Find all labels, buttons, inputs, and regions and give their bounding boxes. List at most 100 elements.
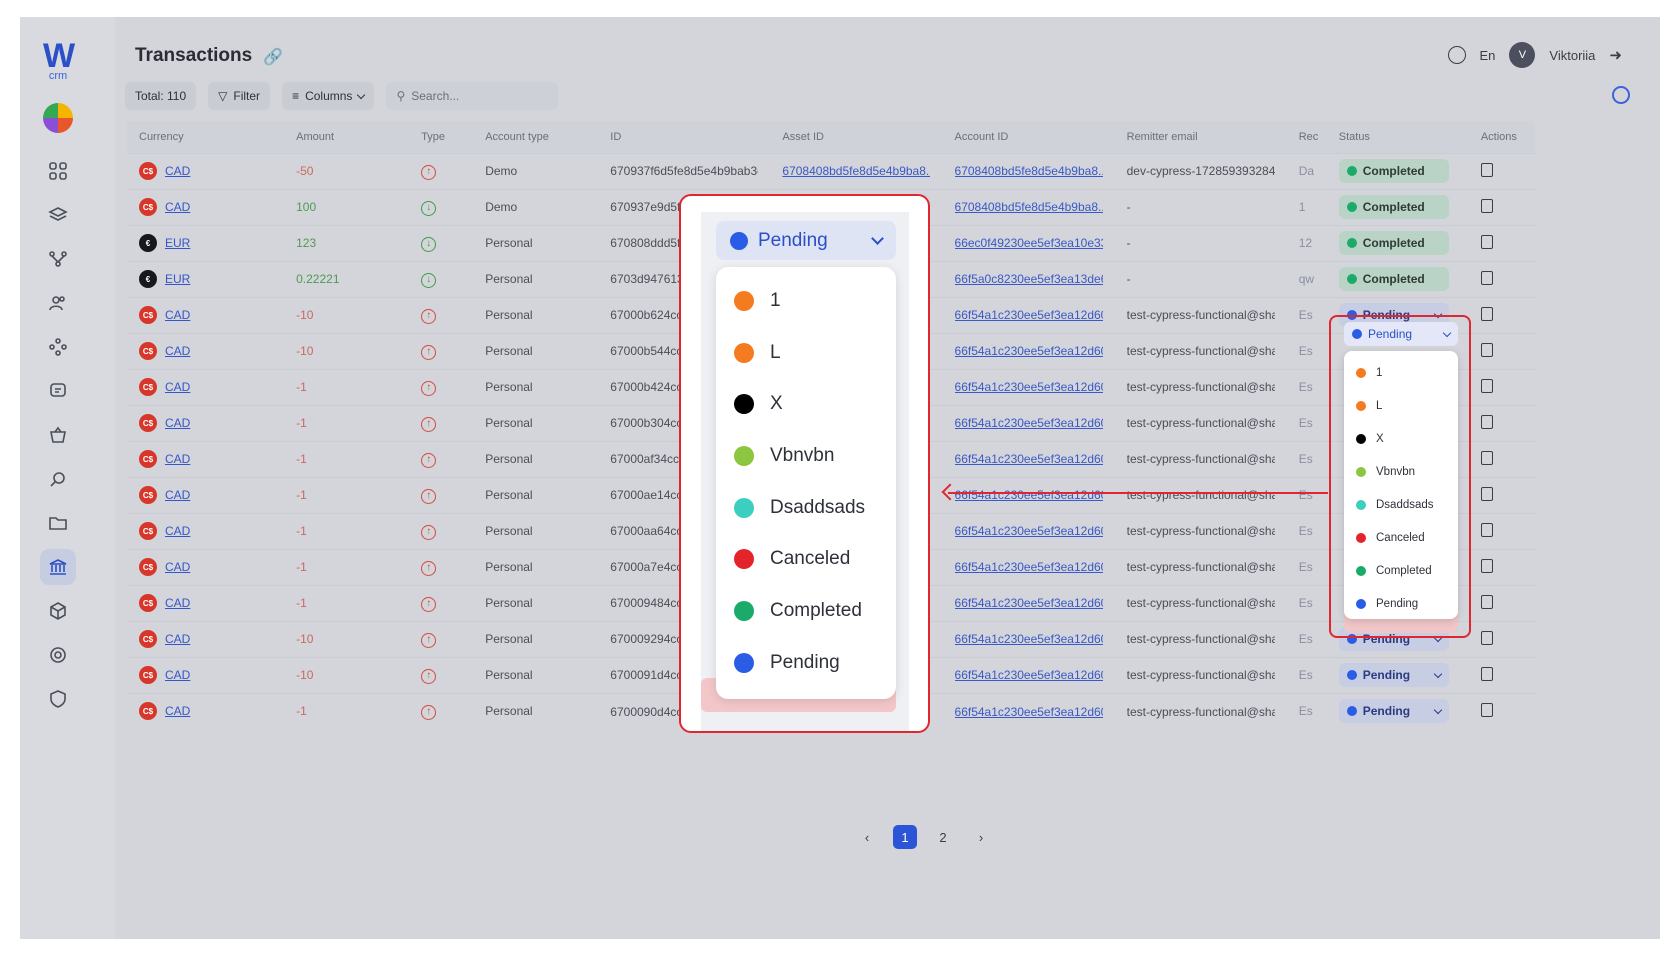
sidebar-grid-icon[interactable] xyxy=(40,153,76,189)
account-id-link[interactable]: 6708408bd5fe8d5e4b9ba8... xyxy=(955,200,1103,214)
document-icon[interactable] xyxy=(1480,522,1493,537)
account-id-link[interactable]: 66f54a1c230ee5ef3ea12d60 xyxy=(955,596,1103,610)
account-id-link[interactable]: 66f54a1c230ee5ef3ea12d60 xyxy=(955,705,1103,719)
document-icon[interactable] xyxy=(1480,378,1493,393)
status-option[interactable]: Pending xyxy=(716,637,896,689)
page-2-button[interactable]: 2 xyxy=(931,825,955,849)
document-icon[interactable] xyxy=(1480,594,1493,609)
account-id-link[interactable]: 66ec0f49230ee5ef3ea10e33 xyxy=(955,236,1103,250)
sidebar-hierarchy-icon[interactable] xyxy=(40,241,76,277)
columns-button[interactable]: ≡ Columns xyxy=(282,82,375,110)
account-id-link[interactable]: 66f54a1c230ee5ef3ea12d60 xyxy=(955,524,1103,538)
currency-link[interactable]: CAD xyxy=(165,668,190,682)
account-id-link[interactable]: 66f54a1c230ee5ef3ea12d60 xyxy=(955,380,1103,394)
status-option[interactable]: Completed xyxy=(716,585,896,637)
status-option[interactable]: Dsaddsads xyxy=(1344,488,1458,521)
status-option[interactable]: Canceled xyxy=(716,533,896,585)
currency-link[interactable]: CAD xyxy=(165,596,190,610)
status-option[interactable]: 1 xyxy=(1344,356,1458,389)
currency-link[interactable]: CAD xyxy=(165,488,190,502)
account-id-link[interactable]: 66f54a1c230ee5ef3ea12d60 xyxy=(955,488,1103,502)
currency-link[interactable]: EUR xyxy=(165,236,190,250)
currency-link[interactable]: CAD xyxy=(165,524,190,538)
status-option[interactable]: Vbnvbn xyxy=(1344,455,1458,488)
search-input[interactable]: ⚲ Search... xyxy=(386,82,559,110)
document-icon[interactable] xyxy=(1480,270,1493,285)
currency-link[interactable]: CAD xyxy=(165,560,190,574)
document-icon[interactable] xyxy=(1480,306,1493,321)
document-icon[interactable] xyxy=(1480,450,1493,465)
export-icon[interactable] xyxy=(1612,86,1630,104)
column-header[interactable]: Currency xyxy=(127,121,285,153)
status-badge[interactable]: Completed xyxy=(1338,267,1449,291)
globe-icon[interactable] xyxy=(1447,46,1466,64)
status-option[interactable]: X xyxy=(1344,422,1458,455)
status-badge[interactable]: Completed xyxy=(1338,231,1449,255)
next-page-button[interactable]: › xyxy=(969,825,993,849)
column-header[interactable]: Actions xyxy=(1468,121,1535,153)
status-option[interactable]: Completed xyxy=(1344,554,1458,587)
account-id-link[interactable]: 66f54a1c230ee5ef3ea12d60 xyxy=(955,308,1103,322)
account-id-link[interactable]: 66f54a1c230ee5ef3ea12d60 xyxy=(955,452,1103,466)
status-badge[interactable]: Pending xyxy=(1338,699,1449,724)
sidebar-settings-icon[interactable] xyxy=(40,637,76,673)
account-id-link[interactable]: 66f54a1c230ee5ef3ea12d60 xyxy=(955,632,1103,646)
user-name[interactable]: Viktoriia xyxy=(1549,48,1595,63)
sidebar-bank-icon[interactable] xyxy=(40,549,76,585)
status-option[interactable]: 1 xyxy=(716,275,896,327)
column-header[interactable]: Asset ID xyxy=(770,121,943,153)
column-header[interactable]: Type xyxy=(409,121,474,153)
account-id-link[interactable]: 66f54a1c230ee5ef3ea12d60 xyxy=(955,344,1103,358)
column-header[interactable]: Status xyxy=(1326,121,1469,153)
currency-link[interactable]: CAD xyxy=(165,452,190,466)
prev-page-button[interactable]: ‹ xyxy=(855,825,879,849)
column-header[interactable]: Rec xyxy=(1286,121,1327,153)
column-header[interactable]: Amount xyxy=(284,121,410,153)
status-option[interactable]: L xyxy=(716,327,896,379)
status-option[interactable]: Pending xyxy=(1344,587,1458,620)
asset-id-link[interactable]: 6708408bd5fe8d5e4b9ba8... xyxy=(782,164,930,178)
sidebar-layers-icon[interactable] xyxy=(40,197,76,233)
status-badge[interactable]: Pending xyxy=(1338,663,1449,687)
page-1-button[interactable]: 1 xyxy=(893,825,917,849)
sidebar-search-icon[interactable] xyxy=(40,461,76,497)
account-id-link[interactable]: 6708408bd5fe8d5e4b9ba8... xyxy=(955,164,1103,178)
document-icon[interactable] xyxy=(1480,414,1493,429)
document-icon[interactable] xyxy=(1480,486,1493,501)
avatar[interactable]: V xyxy=(1509,42,1536,68)
document-icon[interactable] xyxy=(1480,198,1493,213)
sidebar-basket-icon[interactable] xyxy=(40,417,76,453)
sidebar-shield-icon[interactable] xyxy=(40,681,76,717)
document-icon[interactable] xyxy=(1480,558,1493,573)
document-icon[interactable] xyxy=(1480,630,1493,645)
document-icon[interactable] xyxy=(1480,342,1493,357)
currency-link[interactable]: CAD xyxy=(165,416,190,430)
filter-button[interactable]: ▽ Filter xyxy=(208,82,271,110)
table-row[interactable]: C$ CAD -50 ↑ Demo 670937f6d5fe8d5e4b9bab3d 670… xyxy=(127,153,1535,189)
currency-link[interactable]: CAD xyxy=(165,380,190,394)
currency-link[interactable]: CAD xyxy=(165,632,190,646)
document-icon[interactable] xyxy=(1480,702,1493,717)
account-id-link[interactable]: 66f54a1c230ee5ef3ea12d60 xyxy=(955,668,1103,682)
column-header[interactable]: Account ID xyxy=(942,121,1115,153)
language-switch[interactable]: En xyxy=(1480,48,1496,63)
document-icon[interactable] xyxy=(1480,162,1493,177)
account-id-link[interactable]: 66f54a1c230ee5ef3ea12d60 xyxy=(955,560,1103,574)
status-option[interactable]: Dsaddsads xyxy=(716,482,896,534)
account-id-link[interactable]: 66f54a1c230ee5ef3ea12d60 xyxy=(955,416,1103,430)
link-icon[interactable]: 🔗 xyxy=(263,47,283,67)
column-header[interactable]: Account type xyxy=(473,121,599,153)
currency-link[interactable]: CAD xyxy=(165,308,190,322)
app-logo[interactable]: W crm xyxy=(43,39,75,82)
currency-link[interactable]: CAD xyxy=(165,344,190,358)
currency-link[interactable]: CAD xyxy=(165,704,190,718)
status-option[interactable]: X xyxy=(716,378,896,430)
status-option[interactable]: Canceled xyxy=(1344,521,1458,554)
currency-link[interactable]: CAD xyxy=(165,164,190,178)
document-icon[interactable] xyxy=(1480,234,1493,249)
sidebar-folder-icon[interactable] xyxy=(40,505,76,541)
status-badge[interactable]: Completed xyxy=(1338,159,1449,183)
status-select-zoom[interactable]: Pending xyxy=(716,221,896,260)
status-option[interactable]: Vbnvbn xyxy=(716,430,896,482)
logout-icon[interactable]: ➜ xyxy=(1609,46,1622,64)
